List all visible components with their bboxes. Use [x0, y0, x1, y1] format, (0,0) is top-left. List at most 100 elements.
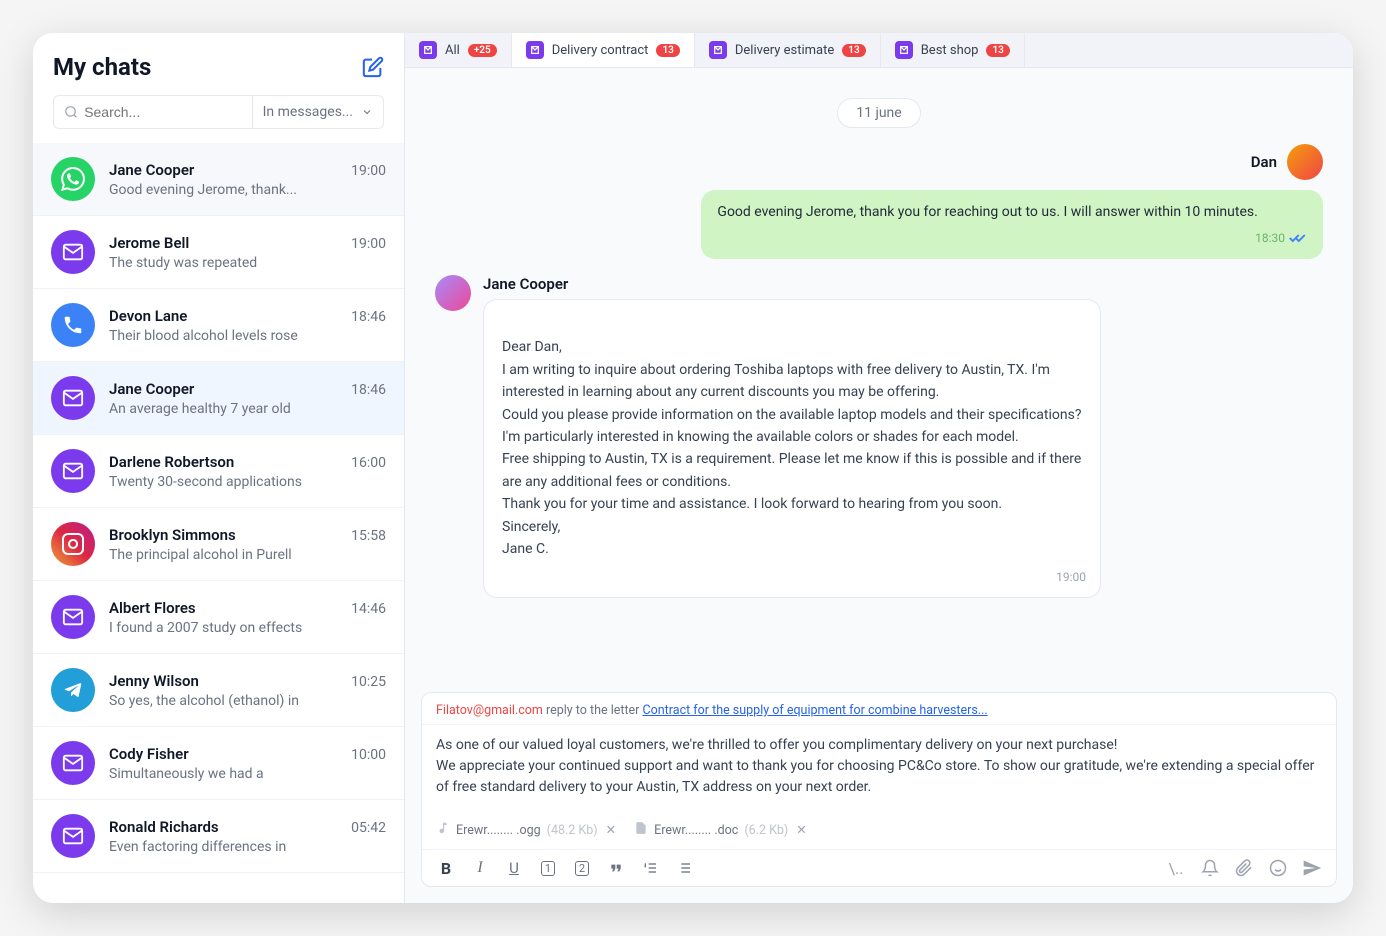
chat-item[interactable]: Cody Fisher 10:00 Simultaneously we had … — [33, 727, 404, 800]
chat-item[interactable]: Jerome Bell 19:00 The study was repeated — [33, 216, 404, 289]
message-time: 18:30 — [1255, 229, 1285, 247]
search-filter-label: In messages... — [263, 104, 353, 120]
phone-icon — [51, 303, 95, 347]
chat-time: 18:46 — [351, 309, 386, 325]
tab[interactable]: Best shop 13 — [881, 33, 1025, 67]
chat-list[interactable]: Jane Cooper 19:00 Good evening Jerome, t… — [33, 143, 404, 903]
chat-time: 16:00 — [351, 455, 386, 471]
ordered-list-button[interactable] — [640, 858, 660, 878]
chat-preview: The study was repeated — [109, 255, 386, 271]
sidebar-header: My chats — [33, 33, 404, 95]
app-window: My chats In messages... Jane Cooper 19:0… — [33, 33, 1353, 903]
outgoing-message-group: Dan Good evening Jerome, thank you for r… — [701, 144, 1323, 259]
chat-item[interactable]: Devon Lane 18:46 Their blood alcohol lev… — [33, 289, 404, 362]
message-text: Dear Dan, I am writing to inquire about … — [502, 339, 1081, 557]
chat-time: 15:58 — [351, 528, 386, 544]
chevron-down-icon — [361, 106, 373, 118]
chat-info: Devon Lane 18:46 Their blood alcohol lev… — [109, 307, 386, 344]
chat-preview: So yes, the alcohol (ethanol) in — [109, 693, 386, 709]
sender-name: Dan — [1251, 153, 1277, 171]
tab-badge: 13 — [842, 44, 865, 57]
tab-label: Delivery contract — [552, 43, 649, 58]
mail-icon — [51, 449, 95, 493]
composer: Filatov@gmail.com reply to the letter Co… — [421, 692, 1337, 887]
chat-info: Jane Cooper 18:46 An average healthy 7 y… — [109, 380, 386, 417]
chat-time: 19:00 — [351, 236, 386, 252]
chat-preview: I found a 2007 study on effects — [109, 620, 386, 636]
tab[interactable]: Delivery contract 13 — [512, 33, 695, 67]
chat-preview: Good evening Jerome, thank... — [109, 182, 386, 198]
chat-item[interactable]: Jenny Wilson 10:25 So yes, the alcohol (… — [33, 654, 404, 727]
chat-item[interactable]: Jane Cooper 18:46 An average healthy 7 y… — [33, 362, 404, 435]
search-box[interactable] — [53, 95, 252, 129]
emoji-button[interactable] — [1268, 858, 1288, 878]
mail-icon — [51, 376, 95, 420]
search-filter-dropdown[interactable]: In messages... — [252, 95, 384, 129]
incoming-message-group: Jane Cooper Dear Dan, I am writing to in… — [435, 275, 1101, 598]
bullet-list-button[interactable] — [674, 858, 694, 878]
reminder-button[interactable] — [1200, 858, 1220, 878]
send-button[interactable] — [1302, 858, 1322, 878]
outgoing-header: Dan — [1251, 144, 1323, 180]
search-icon — [64, 104, 78, 120]
chat-name: Cody Fisher — [109, 745, 189, 763]
format-tools: B I U 1 2 — [436, 858, 694, 878]
remove-attachment-button[interactable]: ✕ — [606, 822, 616, 838]
h1-button[interactable]: 1 — [538, 858, 558, 878]
chat-preview: An average healthy 7 year old — [109, 401, 386, 417]
action-tools: \.. — [1166, 858, 1322, 878]
chat-name: Ronald Richards — [109, 818, 219, 836]
chat-item[interactable]: Albert Flores 14:46 I found a 2007 study… — [33, 581, 404, 654]
messages-area[interactable]: 11 june Dan Good evening Jerome, thank y… — [405, 68, 1353, 682]
tab-label: All — [445, 43, 460, 58]
mail-icon — [419, 41, 437, 59]
tabs: All +25 Delivery contract 13 Delivery es… — [405, 33, 1353, 68]
italic-button[interactable]: I — [470, 858, 490, 878]
chat-preview: Even factoring differences in — [109, 839, 386, 855]
chat-item[interactable]: Brooklyn Simmons 15:58 The principal alc… — [33, 508, 404, 581]
underline-button[interactable]: U — [504, 858, 524, 878]
attachment-size: (48.2 Kb) — [547, 823, 598, 838]
whatsapp-icon — [51, 157, 95, 201]
chat-item[interactable]: Ronald Richards 05:42 Even factoring dif… — [33, 800, 404, 873]
mail-icon — [51, 595, 95, 639]
mail-icon — [709, 41, 727, 59]
attachment: Erewr........ .ogg (48.2 Kb) ✕ — [436, 821, 616, 839]
chat-time: 10:25 — [351, 674, 386, 690]
h2-button[interactable]: 2 — [572, 858, 592, 878]
contact-name: Jane Cooper — [483, 275, 1101, 293]
compose-icon[interactable] — [362, 56, 384, 78]
chat-item[interactable]: Jane Cooper 19:00 Good evening Jerome, t… — [33, 143, 404, 216]
bold-button[interactable]: B — [436, 858, 456, 878]
compose-textarea[interactable]: As one of our valued loyal customers, we… — [422, 725, 1336, 815]
search-input[interactable] — [84, 104, 241, 120]
main-panel: All +25 Delivery contract 13 Delivery es… — [405, 33, 1353, 903]
chat-info: Jane Cooper 19:00 Good evening Jerome, t… — [109, 161, 386, 198]
tab[interactable]: All +25 — [405, 33, 512, 67]
tab-badge: +25 — [468, 44, 497, 57]
chat-preview: Their blood alcohol levels rose — [109, 328, 386, 344]
mail-icon — [895, 41, 913, 59]
search-row: In messages... — [33, 95, 404, 143]
attach-button[interactable] — [1234, 858, 1254, 878]
audio-icon — [436, 821, 450, 839]
remove-attachment-button[interactable]: ✕ — [796, 822, 806, 838]
tab[interactable]: Delivery estimate 13 — [695, 33, 881, 67]
chat-time: 18:46 — [351, 382, 386, 398]
chat-item[interactable]: Darlene Robertson 16:00 Twenty 30-second… — [33, 435, 404, 508]
chat-preview: Twenty 30-second applications — [109, 474, 386, 490]
contact-avatar — [435, 275, 471, 311]
reply-subject-link[interactable]: Contract for the supply of equipment for… — [643, 703, 988, 718]
chat-time: 14:46 — [351, 601, 386, 617]
chat-name: Darlene Robertson — [109, 453, 234, 471]
date-separator: 11 june — [837, 98, 920, 128]
chat-info: Ronald Richards 05:42 Even factoring dif… — [109, 818, 386, 855]
mail-icon — [51, 814, 95, 858]
attachment-name: Erewr........ .doc — [654, 823, 738, 838]
chat-preview: Simultaneously we had a — [109, 766, 386, 782]
tab-label: Delivery estimate — [735, 43, 834, 58]
quote-button[interactable] — [606, 858, 626, 878]
tab-badge: 13 — [986, 44, 1009, 57]
signature-button[interactable]: \.. — [1166, 858, 1186, 878]
mail-icon — [51, 230, 95, 274]
